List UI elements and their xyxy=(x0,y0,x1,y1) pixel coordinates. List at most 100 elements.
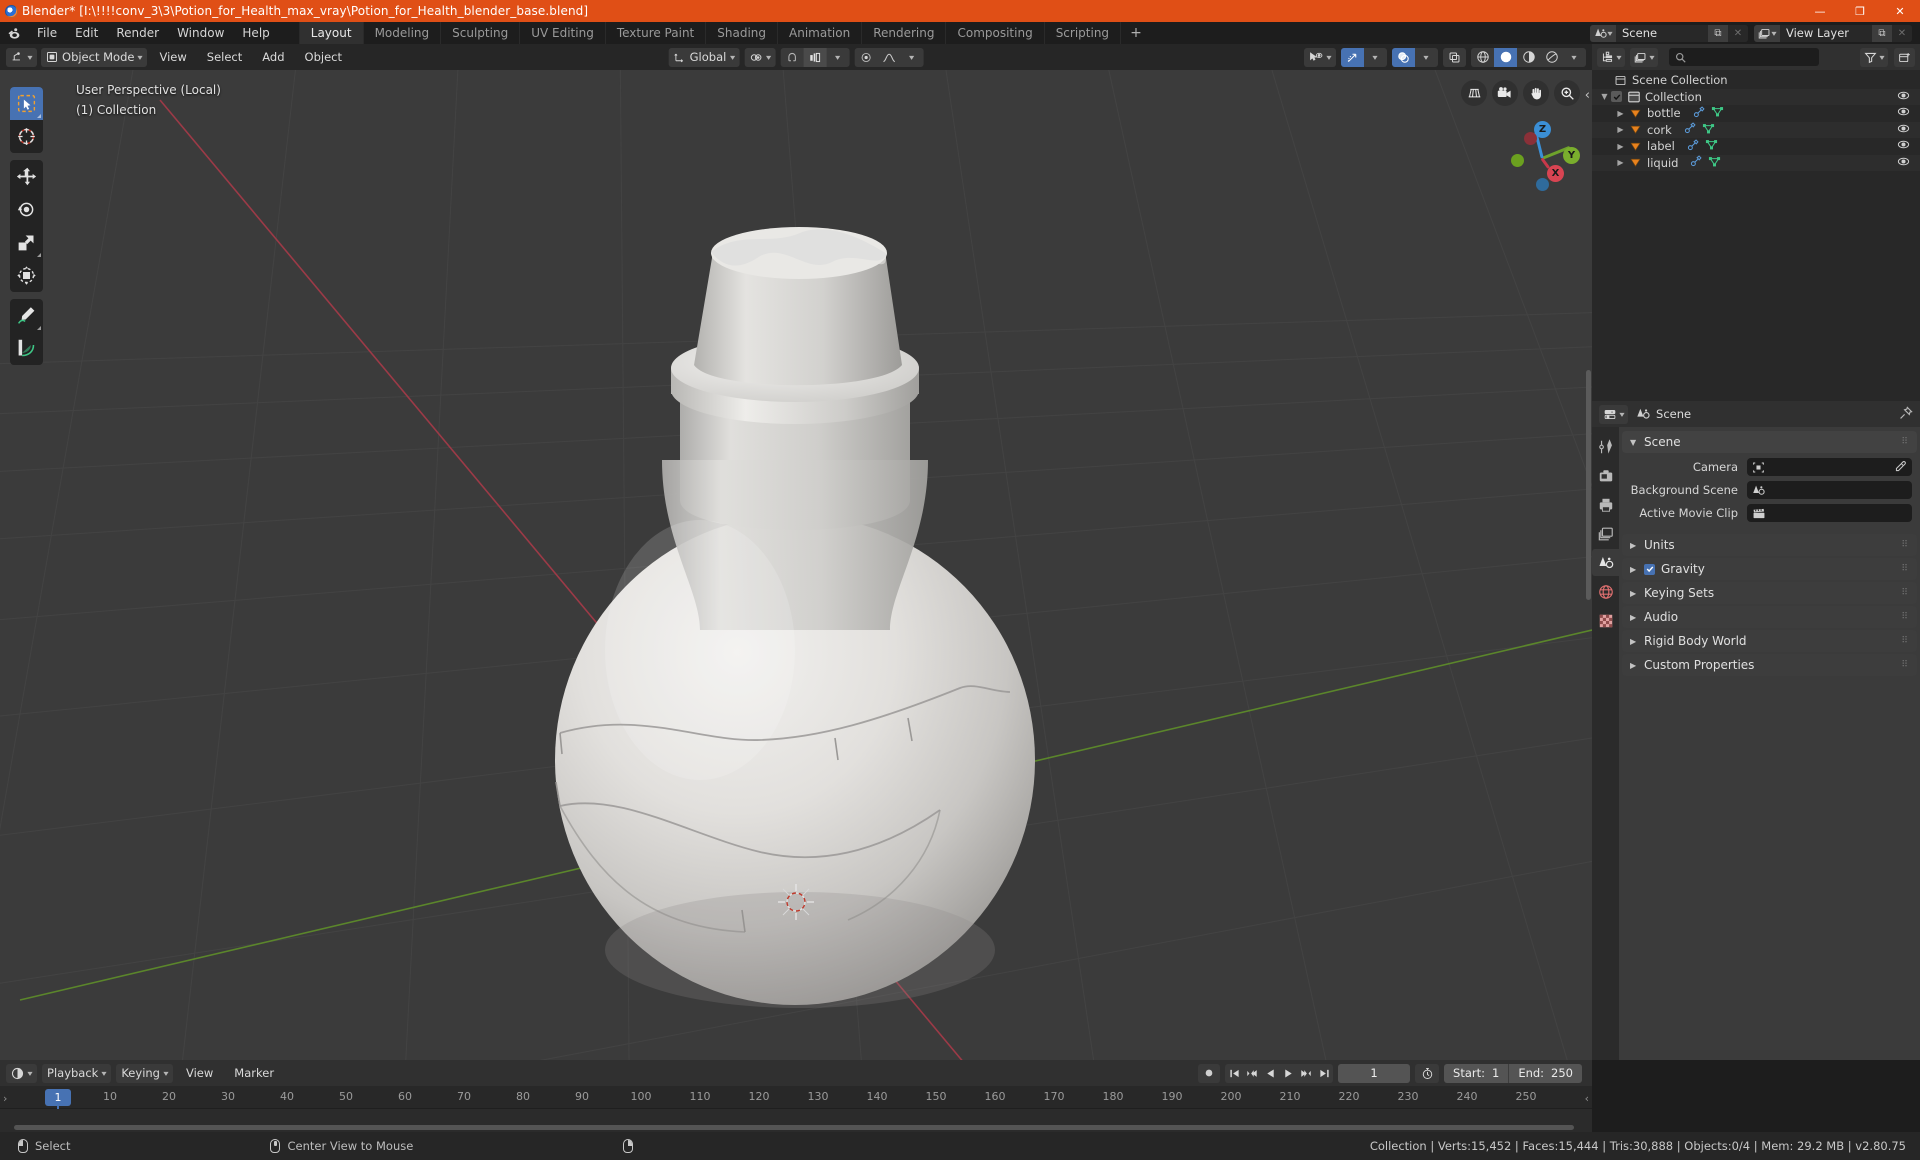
proportional-edit-icon[interactable] xyxy=(854,48,877,67)
snap-target-selector[interactable] xyxy=(803,47,827,67)
properties-tab-tool[interactable] xyxy=(1592,433,1619,460)
tab-animation[interactable]: Animation xyxy=(777,22,861,44)
mesh-data-icon[interactable] xyxy=(1711,105,1724,121)
add-workspace-button[interactable]: + xyxy=(1120,22,1151,44)
show-gizmo-icon[interactable] xyxy=(1341,47,1364,67)
properties-tab-render[interactable] xyxy=(1592,462,1619,489)
gizmo-neg-y-axis[interactable] xyxy=(1511,154,1524,167)
viewport-menu-add[interactable]: Add xyxy=(254,48,292,67)
jump-to-end-button[interactable] xyxy=(1315,1064,1333,1083)
camera-eyedropper-icon[interactable] xyxy=(1894,458,1907,477)
panel-header-keying-sets[interactable]: ▶ Keying Sets ⠿ xyxy=(1622,582,1917,604)
outliner-row-label[interactable]: ▶ label xyxy=(1592,138,1920,155)
scene-selector[interactable]: ▾ Scene ⧉ ✕ xyxy=(1590,24,1748,42)
panel-keying-sets-expand-icon[interactable]: ▶ xyxy=(1630,589,1644,598)
view-layer-selector[interactable]: ▾ View Layer ⧉ ✕ xyxy=(1754,24,1912,42)
3d-viewport[interactable]: ▾ Object Mode ▾ View Select Add Object G… xyxy=(0,44,1592,1060)
viewport-canvas[interactable]: User Perspective (Local) (1) Collection xyxy=(0,70,1592,1060)
shading-solid-button[interactable] xyxy=(1494,47,1517,67)
close-button[interactable]: ✕ xyxy=(1880,0,1920,22)
snap-chevron-down-icon[interactable]: ▾ xyxy=(826,48,849,67)
xray-toggle-button[interactable] xyxy=(1443,47,1466,67)
timeline-right-chevron-icon[interactable]: ‹ xyxy=(1585,1092,1589,1105)
outliner-filter-button[interactable]: ▾ xyxy=(1859,47,1888,67)
viewport-menu-view[interactable]: View xyxy=(151,48,194,67)
liquid-expand-icon[interactable]: ▶ xyxy=(1614,158,1627,167)
interaction-mode-selector[interactable]: Object Mode ▾ xyxy=(41,47,148,67)
collection-enable-checkbox[interactable] xyxy=(1611,91,1622,103)
view-layer-unlink-button[interactable]: ✕ xyxy=(1892,24,1912,42)
move-tool[interactable] xyxy=(10,160,43,193)
shading-wireframe-button[interactable] xyxy=(1471,48,1494,67)
shading-rendered-button[interactable] xyxy=(1540,48,1563,67)
annotate-tool[interactable] xyxy=(10,299,43,332)
modifier-icon[interactable] xyxy=(1690,155,1703,170)
camera-field[interactable] xyxy=(1747,458,1912,476)
timeline-keying-menu[interactable]: Keying ▾ xyxy=(116,1063,173,1083)
falloff-curve-icon[interactable] xyxy=(877,48,900,67)
panel-header-custom-properties[interactable]: ▶ Custom Properties ⠿ xyxy=(1622,654,1917,676)
gizmo-neg-x-axis[interactable] xyxy=(1524,132,1537,145)
transform-tool[interactable] xyxy=(10,259,43,292)
view-axis-gizmo[interactable]: Z Y X xyxy=(1500,116,1580,196)
timeline-view-menu[interactable]: View xyxy=(178,1064,221,1083)
gizmo-x-axis[interactable]: X xyxy=(1547,165,1564,182)
cursor-tool[interactable] xyxy=(10,120,43,153)
mesh-data-icon[interactable] xyxy=(1705,138,1718,154)
menu-window[interactable]: Window xyxy=(168,24,233,42)
modifier-icon[interactable] xyxy=(1687,139,1699,154)
properties-tab-view-layer[interactable] xyxy=(1592,520,1619,547)
outliner-row-cork[interactable]: ▶ cork xyxy=(1592,121,1920,138)
pan-hand-icon[interactable] xyxy=(1523,80,1549,106)
timeline-playback-menu[interactable]: Playback ▾ xyxy=(42,1063,112,1083)
tab-sculpting[interactable]: Sculpting xyxy=(440,22,519,44)
outliner-editor-type-button[interactable]: ▾ xyxy=(1597,47,1626,67)
jump-to-start-button[interactable] xyxy=(1225,1064,1243,1083)
maximize-button[interactable]: ❐ xyxy=(1840,0,1880,22)
outliner-search-input[interactable] xyxy=(1669,48,1820,66)
tab-rendering[interactable]: Rendering xyxy=(861,22,945,44)
view-layer-name[interactable]: View Layer xyxy=(1780,24,1872,42)
panel-rigid-body-world-expand-icon[interactable]: ▶ xyxy=(1630,637,1644,646)
play-button[interactable] xyxy=(1279,1064,1297,1083)
gizmo-neg-z-axis[interactable] xyxy=(1536,178,1549,191)
tab-layout[interactable]: Layout xyxy=(298,22,363,44)
shading-chevron-down-icon[interactable]: ▾ xyxy=(1563,48,1586,67)
modifier-icon[interactable] xyxy=(1693,106,1705,121)
timeline-playhead[interactable]: 1 xyxy=(45,1089,71,1106)
bottle-expand-icon[interactable]: ▶ xyxy=(1614,109,1627,118)
camera-view-icon[interactable] xyxy=(1492,80,1518,106)
panel-header-audio[interactable]: ▶ Audio ⠿ xyxy=(1622,606,1917,628)
sidebar-toggle-icon[interactable]: ‹ xyxy=(1585,88,1590,103)
properties-editor-type-button[interactable]: ▾ xyxy=(1599,404,1629,424)
viewport-menu-select[interactable]: Select xyxy=(199,48,250,67)
panel-header-rigid-body-world[interactable]: ▶ Rigid Body World ⠿ xyxy=(1622,630,1917,652)
pivot-point-selector[interactable]: ▾ xyxy=(744,47,776,67)
rotate-tool[interactable] xyxy=(10,193,43,226)
select-box-tool[interactable] xyxy=(10,87,43,120)
grid-toggle-icon[interactable] xyxy=(1461,80,1487,106)
record-keyframe-button[interactable] xyxy=(1198,1063,1221,1083)
viewport-menu-object[interactable]: Object xyxy=(297,48,350,67)
properties-tab-scene[interactable] xyxy=(1592,549,1619,576)
panel-custom-properties-expand-icon[interactable]: ▶ xyxy=(1630,661,1644,670)
outliner-row-scene-collection[interactable]: Scene Collection xyxy=(1592,72,1920,89)
tab-scripting[interactable]: Scripting xyxy=(1043,22,1120,44)
menu-help[interactable]: Help xyxy=(233,24,278,42)
label-visibility-eye-icon[interactable] xyxy=(1897,138,1910,154)
outliner-row-bottle[interactable]: ▶ bottle xyxy=(1592,105,1920,122)
tab-texture-paint[interactable]: Texture Paint xyxy=(604,22,705,44)
timeline-marker-menu[interactable]: Marker xyxy=(226,1064,282,1083)
properties-tab-texture[interactable] xyxy=(1592,607,1619,634)
mesh-data-icon[interactable] xyxy=(1702,122,1715,138)
next-keyframe-button[interactable] xyxy=(1297,1064,1315,1083)
panel-audio-expand-icon[interactable]: ▶ xyxy=(1630,613,1644,622)
timeline-left-chevron-icon[interactable]: › xyxy=(3,1092,7,1105)
panel-header-scene[interactable]: ▼ Scene ⠿ xyxy=(1622,431,1917,453)
background-scene-field[interactable] xyxy=(1747,481,1912,499)
show-overlays-icon[interactable] xyxy=(1392,47,1415,67)
timeline-ruler[interactable]: 10 20 30 40 50 60 70 80 90 100 110 120 1… xyxy=(0,1086,1592,1132)
measure-tool[interactable] xyxy=(10,332,43,365)
falloff-chevron-down-icon[interactable]: ▾ xyxy=(900,48,923,67)
tab-modeling[interactable]: Modeling xyxy=(362,22,441,44)
